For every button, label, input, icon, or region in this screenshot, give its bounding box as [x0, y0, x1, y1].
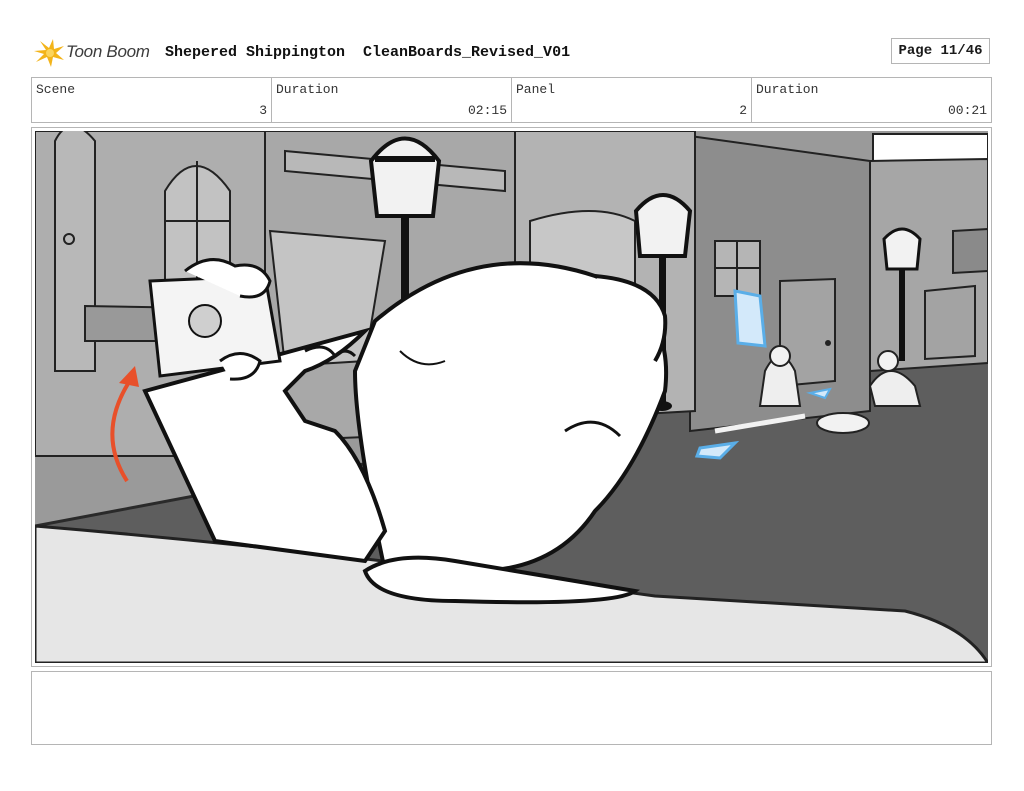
- panel-duration-value: 00:21: [947, 103, 987, 118]
- scene-duration-value: 02:15: [467, 103, 507, 118]
- scene-duration-cell: Duration 02:15: [272, 78, 512, 122]
- starburst-icon: [34, 39, 64, 67]
- project-title: Shepered Shippington CleanBoards_Revised…: [165, 44, 571, 61]
- storyboard-header: Toon Boom Shepered Shippington CleanBoar…: [32, 38, 992, 68]
- panel-notes[interactable]: [31, 671, 992, 745]
- storyboard-panel: [31, 127, 992, 667]
- panel-duration-label: Duration: [756, 82, 819, 97]
- panel-cell: Panel 2: [512, 78, 752, 122]
- page-indicator: Page 11/46: [891, 38, 990, 64]
- scene-label: Scene: [36, 82, 76, 97]
- panel-drawing: [35, 131, 988, 663]
- flyer-sign: [733, 289, 767, 348]
- panel-label: Panel: [516, 82, 556, 97]
- panel-info-row: Scene 3 Duration 02:15 Panel 2 Duration …: [31, 77, 992, 123]
- panel-value: 2: [739, 103, 747, 118]
- scene-cell: Scene 3: [32, 78, 272, 122]
- scene-duration-label: Duration: [276, 82, 339, 97]
- panel-duration-cell: Duration 00:21: [752, 78, 991, 122]
- scene-value: 3: [259, 103, 267, 118]
- logo-wordmark: Toon Boom: [66, 42, 150, 61]
- toon-boom-logo: Toon Boom: [32, 38, 162, 68]
